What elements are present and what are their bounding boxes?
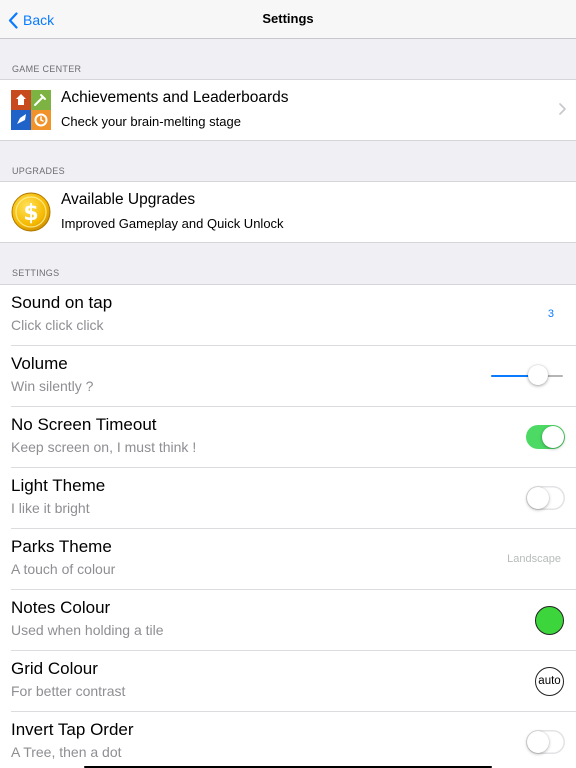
- svg-text:$: $: [23, 201, 38, 226]
- section-header-settings: SETTINGS: [12, 268, 60, 278]
- upgrades-title: Available Upgrades: [61, 191, 196, 208]
- setting-invert-tap-order: Invert Tap Order A Tree, then a dot: [0, 712, 576, 768]
- grid-colour-swatch[interactable]: auto: [535, 667, 564, 696]
- notes-colour-swatch[interactable]: [535, 606, 564, 635]
- upgrades-subtitle: Improved Gameplay and Quick Unlock: [61, 216, 284, 231]
- setting-subtitle: A Tree, then a dot: [11, 744, 122, 760]
- setting-title: Grid Colour: [11, 659, 98, 678]
- setting-sound-on-tap[interactable]: Sound on tap Click click click 3: [0, 285, 576, 346]
- slider-thumb[interactable]: [527, 365, 548, 385]
- game-center-group: Achievements and Leaderboards Check your…: [0, 79, 576, 141]
- setting-subtitle: Used when holding a tile: [11, 622, 164, 638]
- section-header-upgrades: UPGRADES: [12, 166, 65, 176]
- section-header-game-center: GAME CENTER: [12, 64, 82, 74]
- setting-title: Invert Tap Order: [11, 720, 134, 739]
- setting-grid-colour: Grid Colour For better contrast auto: [0, 651, 576, 712]
- setting-parks-theme[interactable]: Parks Theme A touch of colour Landscape: [0, 529, 576, 590]
- sound-value[interactable]: 3: [548, 308, 554, 320]
- volume-slider[interactable]: [491, 365, 563, 385]
- no-screen-timeout-toggle[interactable]: [526, 425, 565, 449]
- toggle-knob: [527, 731, 549, 753]
- settings-group: Sound on tap Click click click 3 Volume …: [0, 284, 576, 768]
- setting-subtitle: A touch of colour: [11, 561, 116, 577]
- setting-subtitle: I like it bright: [11, 500, 90, 516]
- setting-subtitle: Win silently ?: [11, 378, 94, 394]
- upgrades-group: $ Available Upgrades Improved Gameplay a…: [0, 181, 576, 243]
- setting-no-screen-timeout: No Screen Timeout Keep screen on, I must…: [0, 407, 576, 468]
- setting-title: Volume: [11, 354, 68, 373]
- achievements-row[interactable]: Achievements and Leaderboards Check your…: [0, 80, 576, 140]
- navigation-bar: Back Settings: [0, 0, 576, 39]
- achievements-subtitle: Check your brain-melting stage: [61, 114, 241, 129]
- upgrades-row[interactable]: $ Available Upgrades Improved Gameplay a…: [0, 182, 576, 242]
- toggle-knob: [542, 426, 564, 448]
- setting-title: Notes Colour: [11, 598, 111, 617]
- setting-light-theme: Light Theme I like it bright: [0, 468, 576, 529]
- setting-volume: Volume Win silently ?: [0, 346, 576, 407]
- setting-subtitle: Click click click: [11, 317, 104, 333]
- chevron-right-icon: [559, 103, 566, 115]
- setting-title: Light Theme: [11, 476, 106, 495]
- toggle-knob: [527, 487, 549, 509]
- setting-title: Parks Theme: [11, 537, 112, 556]
- setting-notes-colour: Notes Colour Used when holding a tile: [0, 590, 576, 651]
- dollar-coin-icon: $: [11, 192, 51, 232]
- achievements-title: Achievements and Leaderboards: [61, 89, 289, 106]
- parks-theme-value[interactable]: Landscape: [507, 553, 561, 565]
- setting-title: Sound on tap: [11, 293, 113, 312]
- setting-subtitle: For better contrast: [11, 683, 126, 699]
- page-title: Settings: [262, 11, 314, 26]
- invert-tap-order-toggle[interactable]: [526, 730, 565, 754]
- light-theme-toggle[interactable]: [526, 486, 565, 510]
- setting-title: No Screen Timeout: [11, 415, 157, 434]
- setting-subtitle: Keep screen on, I must think !: [11, 439, 197, 455]
- game-center-icon: [11, 90, 51, 130]
